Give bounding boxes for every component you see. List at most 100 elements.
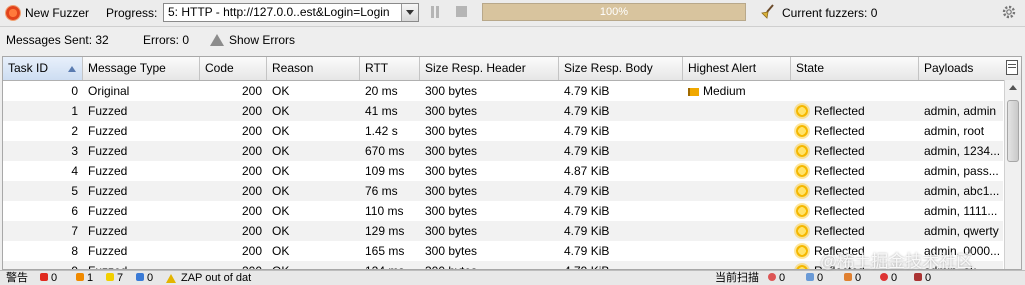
column-header-payloads[interactable]: Payloads (919, 57, 1021, 80)
cell-reason: OK (267, 221, 360, 241)
spider-icon (768, 273, 776, 281)
bug-icon (914, 273, 922, 281)
cell-text: 165 ms (365, 244, 405, 258)
cell-text: Reflected (814, 124, 865, 138)
alerts-label: 警告 (6, 272, 28, 284)
cell-text: 4.87 KiB (564, 164, 610, 178)
cell-text: 4.79 KiB (564, 204, 610, 218)
pause-icon[interactable] (430, 6, 440, 18)
show-errors-label: Show Errors (229, 33, 296, 47)
cell-text: 4.79 KiB (564, 184, 610, 198)
table-row[interactable]: 2 Fuzzed 200 OK 1.42 s 300 bytes 4.79 KiB Refle… (3, 121, 1003, 141)
cell-rtt: 109 ms (360, 161, 420, 181)
cell-text: Reflected (814, 144, 865, 158)
reflected-sun-icon (796, 145, 808, 157)
cell-rtt: 20 ms (360, 81, 420, 101)
cell-alert (683, 241, 791, 261)
cell-hdr: 300 bytes (420, 161, 559, 181)
scrollbar-thumb[interactable] (1007, 100, 1019, 162)
gear-icon[interactable] (1001, 4, 1017, 20)
table-row[interactable]: 1 Fuzzed 200 OK 41 ms 300 bytes 4.79 KiB Reflec… (3, 101, 1003, 121)
cell-rtt: 129 ms (360, 221, 420, 241)
cell-payload: admin, qwerty (919, 221, 1005, 241)
cell-text: admin, pass... (924, 164, 999, 178)
count: 0 (925, 272, 932, 284)
cell-text: Reflected (814, 164, 865, 178)
cell-text: 300 bytes (425, 224, 478, 238)
cell-text: 4.79 KiB (564, 84, 610, 98)
flag-icon (688, 88, 699, 96)
chevron-down-icon[interactable] (401, 4, 418, 21)
table-row[interactable]: 5 Fuzzed 200 OK 76 ms 300 bytes 4.79 KiB Reflec… (3, 181, 1003, 201)
progress-select-value: 5: HTTP - http://127.0.0..est&Login=Logi… (168, 5, 390, 19)
scan-ajax-count[interactable]: 0 (806, 271, 823, 285)
scan-spider-count[interactable]: 0 (768, 271, 785, 285)
cell-state: Reflected (791, 141, 919, 161)
cell-text: 200 (241, 164, 262, 178)
cell-text: 5 (71, 184, 78, 198)
table-row[interactable]: 7 Fuzzed 200 OK 129 ms 300 bytes 4.79 KiB Refle… (3, 221, 1003, 241)
cell-state: Reflected (791, 201, 919, 221)
cell-state: Reflected (791, 101, 919, 121)
cell-text: Fuzzed (88, 244, 128, 258)
column-chooser-icon[interactable] (1006, 60, 1018, 75)
cell-text: Reflected (814, 224, 865, 238)
current-scans-label: 当前扫描 (715, 272, 759, 284)
scroll-up-icon[interactable] (1005, 80, 1021, 94)
cell-text: 1 (71, 104, 78, 118)
count: 7 (117, 272, 124, 284)
cell-text: 4.79 KiB (564, 224, 610, 238)
cell-id: 0 (3, 81, 83, 101)
cell-payload (919, 81, 1005, 101)
flag-yellow-icon (106, 273, 114, 281)
cell-id: 4 (3, 161, 83, 181)
progress-bar: 100% (482, 3, 746, 21)
column-header-rtt[interactable]: RTT (360, 57, 420, 80)
alert-medium-count[interactable]: 1 (76, 271, 93, 285)
column-header-task-id[interactable]: Task ID (3, 57, 83, 80)
column-header-message-type[interactable]: Message Type (83, 57, 200, 80)
cell-body: 4.79 KiB (559, 141, 683, 161)
column-header-highest-alert[interactable]: Highest Alert (683, 57, 791, 80)
cell-payload: admin, pass... (919, 161, 1005, 181)
cell-body: 4.79 KiB (559, 221, 683, 241)
scan-active-count[interactable]: 0 (844, 271, 861, 285)
column-header-size-resp-header[interactable]: Size Resp. Header (420, 57, 559, 80)
current-fuzzers-label: Current fuzzers: 0 (782, 6, 878, 20)
show-errors-button[interactable]: Show Errors (210, 27, 295, 53)
cell-hdr: 300 bytes (420, 261, 559, 269)
alert-info-count[interactable]: 0 (136, 271, 153, 285)
cell-payload: admin, 1234... (919, 141, 1005, 161)
new-fuzzer-button[interactable]: New Fuzzer (6, 4, 89, 22)
column-label: Size Resp. Header (425, 61, 526, 75)
alert-low-count[interactable]: 7 (106, 271, 123, 285)
zap-update-notice[interactable]: ZAP out of dat (166, 271, 251, 285)
scan-forced-browse-count[interactable]: 0 (914, 271, 931, 285)
alert-high-count[interactable]: 0 (40, 271, 57, 285)
cell-state: Reflected (791, 121, 919, 141)
cell-reason: OK (267, 101, 360, 121)
table-row[interactable]: 3 Fuzzed 200 OK 670 ms 300 bytes 4.79 KiB Refle… (3, 141, 1003, 161)
count: 0 (51, 272, 58, 284)
cell-type: Fuzzed (83, 161, 200, 181)
column-header-state[interactable]: State (791, 57, 919, 80)
table-row[interactable]: 4 Fuzzed 200 OK 109 ms 300 bytes 4.87 KiB Refle… (3, 161, 1003, 181)
cell-code: 200 (200, 181, 267, 201)
reflected-sun-icon (796, 245, 808, 257)
stop-icon[interactable] (456, 6, 467, 17)
broom-icon[interactable] (759, 4, 775, 20)
cell-body: 4.79 KiB (559, 121, 683, 141)
reflected-sun-icon (796, 225, 808, 237)
column-header-reason[interactable]: Reason (267, 57, 360, 80)
reflected-sun-icon (796, 205, 808, 217)
table-row[interactable]: 6 Fuzzed 200 OK 110 ms 300 bytes 4.79 KiB Refle… (3, 201, 1003, 221)
cell-text: 200 (241, 184, 262, 198)
progress-select[interactable]: 5: HTTP - http://127.0.0..est&Login=Logi… (163, 3, 419, 22)
scan-fuzz-count[interactable]: 0 (880, 271, 897, 285)
vertical-scrollbar[interactable] (1004, 80, 1021, 269)
cell-code: 200 (200, 221, 267, 241)
column-header-code[interactable]: Code (200, 57, 267, 80)
cell-id: 3 (3, 141, 83, 161)
table-row[interactable]: 0 Original 200 OK 20 ms 300 bytes 4.79 KiB Medi… (3, 81, 1003, 101)
column-header-size-resp-body[interactable]: Size Resp. Body (559, 57, 683, 80)
